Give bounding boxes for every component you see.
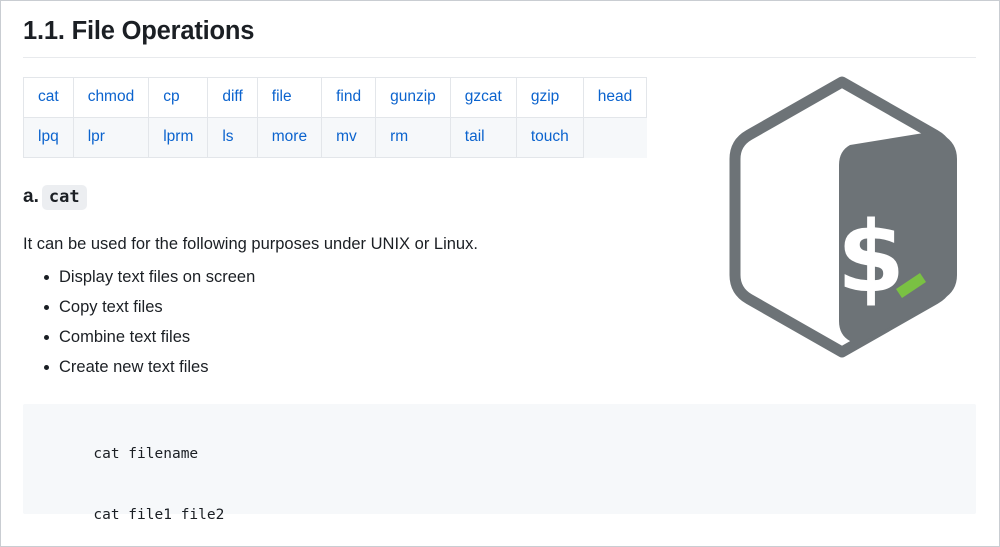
table-cell-empty (583, 118, 646, 158)
dollar-glyph: $ (837, 201, 905, 315)
dollar-sign-icon: $ (837, 201, 905, 315)
bash-logo: $ (713, 73, 971, 361)
intro-paragraph: It can be used for the following purpose… (23, 232, 478, 257)
command-link-lpq[interactable]: lpq (38, 128, 59, 145)
table-cell-gzip[interactable]: gzip (516, 78, 583, 118)
table-cell-chmod[interactable]: chmod (73, 78, 149, 118)
table-row: lpq lpr lprm ls more mv rm tail touch (24, 118, 647, 158)
command-link-gzip[interactable]: gzip (531, 88, 559, 105)
table-cell-lpq[interactable]: lpq (24, 118, 74, 158)
code-text: cat filename (93, 446, 198, 462)
command-link-lprm[interactable]: lprm (163, 128, 193, 145)
code-block[interactable]: cat filename cat file1 file2 cat file1 f… (23, 404, 976, 514)
table-cell-touch[interactable]: touch (516, 118, 583, 158)
command-link-touch[interactable]: touch (531, 128, 569, 145)
title-block: 1.1. File Operations (23, 15, 976, 58)
table-cell-find[interactable]: find (322, 78, 376, 118)
list-item: Combine text files (23, 327, 255, 347)
command-link-cp[interactable]: cp (163, 88, 179, 105)
command-link-lpr[interactable]: lpr (88, 128, 105, 145)
table-cell-gzcat[interactable]: gzcat (450, 78, 516, 118)
table-cell-mv[interactable]: mv (322, 118, 376, 158)
table-cell-ls[interactable]: ls (208, 118, 257, 158)
table-cell-lprm[interactable]: lprm (149, 118, 208, 158)
table-cell-file[interactable]: file (257, 78, 321, 118)
page-title: 1.1. File Operations (23, 15, 976, 47)
list-item: Create new text files (23, 357, 255, 377)
table-row: cat chmod cp diff file find gunzip gzcat… (24, 78, 647, 118)
command-link-mv[interactable]: mv (336, 128, 357, 145)
table-cell-gunzip[interactable]: gunzip (376, 78, 451, 118)
code-text: cat file1 file2 (93, 507, 224, 523)
command-link-more[interactable]: more (272, 128, 307, 145)
command-link-cat[interactable]: cat (38, 88, 59, 105)
command-link-rm[interactable]: rm (390, 128, 408, 145)
table-cell-cat[interactable]: cat (24, 78, 74, 118)
code-line: cat file1 file2 (41, 485, 976, 547)
purpose-list: Display text files on screen Copy text f… (23, 267, 255, 387)
command-link-find[interactable]: find (336, 88, 361, 105)
table-cell-more[interactable]: more (257, 118, 321, 158)
command-link-diff[interactable]: diff (222, 88, 242, 105)
list-item: Copy text files (23, 297, 255, 317)
title-divider (23, 57, 976, 58)
table-cell-diff[interactable]: diff (208, 78, 257, 118)
command-table: cat chmod cp diff file find gunzip gzcat… (23, 77, 647, 158)
table-cell-lpr[interactable]: lpr (73, 118, 149, 158)
subsection-marker: a. (23, 186, 39, 207)
table-cell-tail[interactable]: tail (450, 118, 516, 158)
bash-logo-svg: $ (713, 73, 971, 361)
table-cell-head[interactable]: head (583, 78, 646, 118)
command-link-ls[interactable]: ls (222, 128, 233, 145)
command-link-head[interactable]: head (598, 88, 632, 105)
table-cell-rm[interactable]: rm (376, 118, 451, 158)
code-line: cat filename (41, 423, 976, 485)
command-link-file[interactable]: file (272, 88, 292, 105)
command-link-gzcat[interactable]: gzcat (465, 88, 502, 105)
subsection-command-chip: cat (42, 185, 87, 210)
command-table-body: cat chmod cp diff file find gunzip gzcat… (24, 78, 647, 158)
table-cell-cp[interactable]: cp (149, 78, 208, 118)
subsection-heading: a.cat (23, 184, 87, 210)
command-link-chmod[interactable]: chmod (88, 88, 135, 105)
document-page: 1.1. File Operations cat chmod cp diff f… (0, 0, 1000, 547)
list-item: Display text files on screen (23, 267, 255, 287)
command-link-tail[interactable]: tail (465, 128, 485, 145)
command-link-gunzip[interactable]: gunzip (390, 88, 436, 105)
